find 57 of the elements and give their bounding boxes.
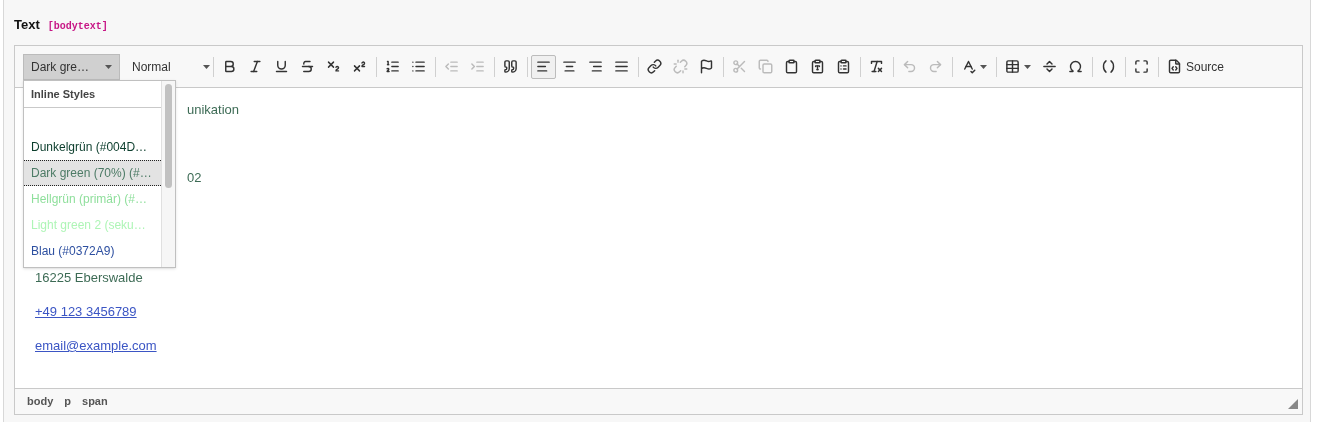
paragraph: unikation: [187, 102, 240, 117]
style-option[interactable]: Blau (#0372A9): [24, 238, 161, 264]
align-center-icon: [562, 59, 577, 74]
italic-icon: [248, 59, 263, 74]
paste-text-icon: [810, 59, 825, 74]
format-dropdown[interactable]: Normal: [122, 53, 212, 80]
field-key: [bodytext]: [47, 19, 108, 34]
special-char-icon: [1068, 59, 1083, 74]
copy-icon: [758, 59, 773, 74]
bold-icon: [222, 59, 237, 74]
table-icon: [1005, 59, 1020, 74]
superscript-icon: [352, 59, 367, 74]
scrollbar-thumb[interactable]: [165, 84, 172, 188]
path-item[interactable]: body: [27, 393, 54, 410]
style-option[interactable]: Dark green (70%) (#…: [24, 160, 161, 186]
redo-icon: [928, 59, 943, 74]
bullet-list-icon: [411, 59, 426, 74]
outdent-icon: [444, 59, 459, 74]
paste-icon: [784, 59, 799, 74]
anchor-icon: [699, 59, 714, 74]
source-button[interactable]: Source: [1162, 54, 1230, 79]
paragraph: 16225 Eberswalde: [35, 270, 143, 285]
align-left-icon: [536, 59, 551, 74]
underline-icon: [274, 59, 289, 74]
caret-icon: [980, 64, 987, 69]
path-item[interactable]: p: [64, 393, 71, 410]
style-dropdown[interactable]: Dark gre…: [23, 53, 120, 80]
ordered-list-icon: [385, 59, 400, 74]
field-label: Text: [14, 16, 40, 34]
link[interactable]: email@example.com: [35, 338, 157, 353]
horizontal-rule-icon: [1042, 59, 1057, 74]
paste-word-icon: [836, 59, 851, 74]
subscript-icon: [326, 59, 341, 74]
link[interactable]: +49 123 3456789: [35, 304, 137, 319]
caret-icon: [105, 64, 112, 69]
align-right-icon: [588, 59, 603, 74]
menu-heading: Inline Styles: [31, 86, 96, 102]
source-icon: [1167, 59, 1182, 74]
soft-hyphen-icon: [1101, 59, 1116, 74]
style-option[interactable]: Dunkelgrün (#004D…: [24, 134, 161, 160]
strike-icon: [300, 59, 315, 74]
resize-grip-icon: [1288, 399, 1298, 409]
unlink-icon: [673, 59, 688, 74]
remove-format-icon: [869, 59, 884, 74]
caret-icon: [1024, 64, 1031, 69]
blockquote-icon: [503, 59, 518, 74]
link-icon: [647, 59, 662, 74]
caret-icon: [203, 64, 210, 69]
indent-icon: [470, 59, 485, 74]
path-item[interactable]: span: [82, 393, 108, 410]
maximize-icon: [1134, 59, 1149, 74]
align-justify-icon: [614, 59, 629, 74]
cut-icon: [732, 59, 747, 74]
spellcheck-icon: [961, 59, 976, 74]
undo-icon: [902, 59, 917, 74]
align-left-button[interactable]: [531, 54, 556, 79]
paragraph: 02: [187, 170, 202, 185]
